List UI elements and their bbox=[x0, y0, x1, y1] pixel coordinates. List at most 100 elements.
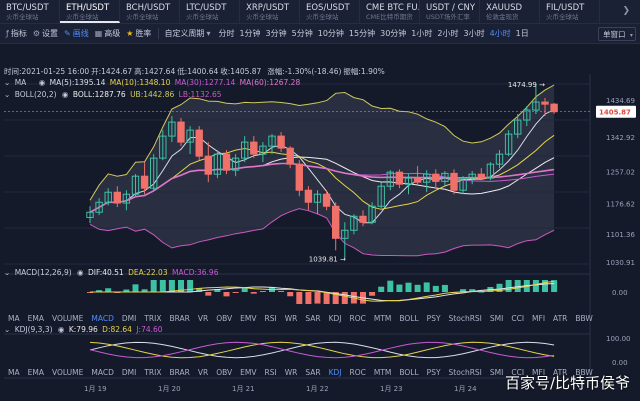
indicator-tab-dmi[interactable]: DMI bbox=[122, 368, 136, 377]
indicator-tab-ema[interactable]: EMA bbox=[28, 314, 44, 323]
indicator-tab-wr[interactable]: WR bbox=[285, 368, 298, 377]
timeframe-8[interactable]: 2小时 bbox=[437, 28, 458, 39]
indicator-tab-obv[interactable]: OBV bbox=[216, 368, 232, 377]
indicator-tab-boll[interactable]: BOLL bbox=[399, 314, 418, 323]
tool-fx-button[interactable]: ƒ 指标 bbox=[6, 28, 27, 39]
ticker-item-7[interactable]: USDT / CNY USDT场外汇率 bbox=[420, 0, 480, 23]
tool-grid-button[interactable]: ▦ 高级 bbox=[95, 28, 121, 39]
ticker-symbol: CME BTC FU... bbox=[366, 3, 420, 13]
indicator-tab-dmi[interactable]: DMI bbox=[122, 314, 136, 323]
chevron-right-icon[interactable]: ❯ bbox=[622, 6, 630, 16]
low-price-label: 1039.81 → bbox=[309, 255, 346, 263]
macd-histogram-bar bbox=[259, 291, 266, 292]
timeframe-2[interactable]: 3分钟 bbox=[266, 28, 287, 39]
chart-area[interactable]: 1474.99 → 1039.81 → 1434.69 1342.92 1257.02 1… bbox=[0, 44, 640, 401]
indicator-tab-ma[interactable]: MA bbox=[8, 314, 20, 323]
ticker-item-9[interactable]: FIL/USDT 火币全球站 bbox=[540, 0, 600, 23]
indicator-tab-stochrsi[interactable]: StochRSI bbox=[449, 314, 482, 323]
timeframe-7[interactable]: 1小时 bbox=[411, 28, 432, 39]
indicator-tab-smi[interactable]: SMI bbox=[490, 314, 503, 323]
indicator-tab-mtm[interactable]: MTM bbox=[374, 368, 392, 377]
current-price-label: 1405.87 bbox=[599, 109, 631, 117]
eye-icon[interactable]: ◉ bbox=[58, 325, 65, 334]
candle-body bbox=[195, 129, 203, 157]
indicator-tab-kdj[interactable]: KDJ bbox=[329, 368, 342, 377]
timeframe-4[interactable]: 10分钟 bbox=[318, 28, 344, 39]
chart-toolbar: ƒ 指标 ⚙ 设置 ✎ 画线 ▦ 高级 ★ 胜率 自定义周期 ▾ 分时 1分钟 3分钟 5分钟 10分钟 1… bbox=[0, 24, 640, 44]
eye-icon[interactable]: ◉ bbox=[62, 90, 69, 99]
ticker-exchange: 火币全球站 bbox=[246, 13, 279, 21]
indicator-tab-macd[interactable]: MACD bbox=[91, 368, 113, 377]
indicator-tab-macd[interactable]: MACD bbox=[91, 314, 113, 323]
candle-body bbox=[295, 163, 304, 191]
candle-body bbox=[332, 205, 340, 239]
indicator-tab-smi[interactable]: SMI bbox=[490, 368, 503, 377]
timeframe-11[interactable]: 1日 bbox=[516, 28, 529, 39]
indicator-tab-mtm[interactable]: MTM bbox=[374, 314, 392, 323]
indicator-tab-roc[interactable]: ROC bbox=[350, 314, 366, 323]
tool-gear-button[interactable]: ⚙ 设置 bbox=[33, 28, 58, 39]
candle-body bbox=[277, 135, 285, 149]
ticker-item-1[interactable]: ETH/USDT 火币全球站 bbox=[60, 0, 120, 23]
eye-icon[interactable]: ◉ bbox=[77, 268, 84, 277]
indicator-tab-psy[interactable]: PSY bbox=[427, 314, 441, 323]
eye-icon[interactable]: ◉ bbox=[39, 78, 46, 87]
indicator-tab-rsi[interactable]: RSI bbox=[265, 368, 277, 377]
collapse-icon[interactable]: ⌄ bbox=[4, 78, 10, 87]
indicator-tab-brar[interactable]: BRAR bbox=[169, 368, 189, 377]
indicator-tab-volume[interactable]: VOLUME bbox=[52, 368, 83, 377]
ticker-item-8[interactable]: XAUUSD 伦敦金现货 bbox=[480, 0, 540, 23]
timeframe-3[interactable]: 5分钟 bbox=[292, 28, 313, 39]
layout-dropdown[interactable]: 单窗口 ▾ bbox=[598, 27, 636, 41]
indicator-tab-wr[interactable]: WR bbox=[285, 314, 298, 323]
macd-histogram-bar bbox=[396, 284, 403, 292]
indicator-tab-stochrsi[interactable]: StochRSI bbox=[449, 368, 482, 377]
ticker-item-4[interactable]: XRP/USDT 火币全球站 bbox=[240, 0, 300, 23]
indicator-tab-boll[interactable]: BOLL bbox=[399, 368, 418, 377]
timeframe-10[interactable]: 4小时 bbox=[490, 28, 511, 39]
indicator-tab-ema[interactable]: EMA bbox=[28, 368, 44, 377]
indicator-tab-obv[interactable]: OBV bbox=[216, 314, 232, 323]
ticker-symbol: ETH/USDT bbox=[66, 3, 110, 13]
indicator-tab-emv[interactable]: EMV bbox=[240, 314, 256, 323]
custom-period-dropdown[interactable]: 自定义周期 ▾ bbox=[164, 28, 212, 39]
indicator-tab-emv[interactable]: EMV bbox=[240, 368, 256, 377]
macd-histogram-bar bbox=[168, 280, 175, 292]
timeframe-5[interactable]: 15分钟 bbox=[349, 28, 375, 39]
indicator-tab-psy[interactable]: PSY bbox=[427, 368, 441, 377]
indicator-tab-ma[interactable]: MA bbox=[8, 368, 20, 377]
indicator-tab-roc[interactable]: ROC bbox=[350, 368, 366, 377]
indicator-tab-kdj[interactable]: KDJ bbox=[329, 314, 342, 323]
indicator-tab-trix[interactable]: TRIX bbox=[144, 368, 161, 377]
indicator-tab-rsi[interactable]: RSI bbox=[265, 314, 277, 323]
collapse-icon[interactable]: ⌄ bbox=[4, 90, 10, 99]
indicator-tab-volume[interactable]: VOLUME bbox=[52, 314, 83, 323]
ticker-item-6[interactable]: CME BTC FU... CME比特币期货 bbox=[360, 0, 420, 23]
timeframe-1[interactable]: 1分钟 bbox=[239, 28, 260, 39]
indicator-tab-vr[interactable]: VR bbox=[198, 314, 208, 323]
indicator-tab-trix[interactable]: TRIX bbox=[144, 314, 161, 323]
timeframe-6[interactable]: 30分钟 bbox=[380, 28, 406, 39]
indicator-tab-atr[interactable]: ATR bbox=[553, 314, 567, 323]
ticker-item-3[interactable]: LTC/USDT 火币全球站 bbox=[180, 0, 240, 23]
ticker-item-0[interactable]: BTC/USDT 火币全球站 bbox=[0, 0, 60, 23]
indicator-tab-mfi[interactable]: MFI bbox=[532, 314, 545, 323]
ticker-item-2[interactable]: BCH/USDT 火币全球站 bbox=[120, 0, 180, 23]
collapse-icon[interactable]: ⌄ bbox=[4, 325, 10, 334]
timeframe-0[interactable]: 分时 bbox=[218, 28, 234, 39]
indicator-tab-bbw[interactable]: BBW bbox=[575, 314, 592, 323]
timeframe-9[interactable]: 3小时 bbox=[463, 28, 484, 39]
indicator-tab-brar[interactable]: BRAR bbox=[169, 314, 189, 323]
collapse-icon[interactable]: ⌄ bbox=[4, 268, 10, 277]
indicator-tab-vr[interactable]: VR bbox=[198, 368, 208, 377]
indicator-tab-cci[interactable]: CCI bbox=[511, 314, 524, 323]
indicator-tab-sar[interactable]: SAR bbox=[305, 368, 320, 377]
ticker-item-5[interactable]: EOS/USDT 火币全球站 bbox=[300, 0, 360, 23]
tool-pencil-button[interactable]: ✎ 画线 bbox=[64, 28, 89, 39]
kdj-bottom-tick: 0.00 bbox=[612, 359, 628, 367]
candle-body bbox=[177, 121, 185, 143]
indicator-tabs-bottom: MA EMA VOLUME MACD DMI TRIX BRAR VR OBV EMV RSI WR S… bbox=[0, 366, 593, 378]
tool-star-button[interactable]: ★ 胜率 bbox=[126, 28, 151, 39]
ticker-exchange: 火币全球站 bbox=[66, 13, 99, 21]
indicator-tab-sar[interactable]: SAR bbox=[305, 314, 320, 323]
